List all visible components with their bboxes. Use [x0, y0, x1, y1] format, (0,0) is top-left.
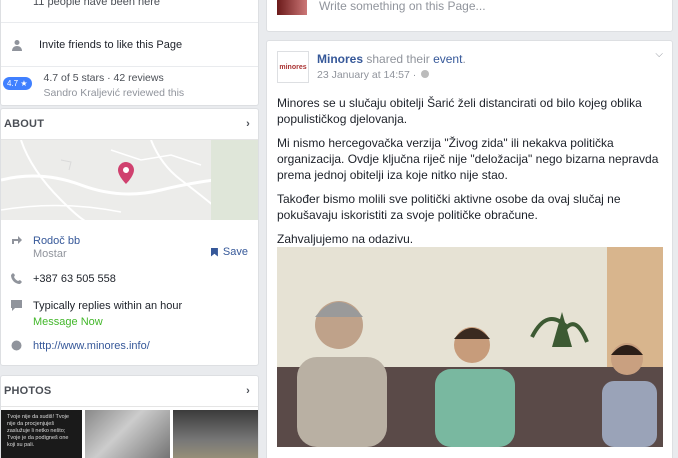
city-text: Mostar	[33, 248, 67, 260]
photo-thumb-quote[interactable]: Tvoje nije da sudiš! Tvoje nije da procj…	[1, 410, 82, 458]
photo-thumb-street[interactable]	[85, 410, 170, 458]
about-card: ABOUT › Rodoč bb Mostar Save +387 63 505…	[0, 108, 259, 366]
address-link[interactable]: Rodoč bb	[33, 235, 80, 247]
save-label: Save	[222, 246, 248, 258]
bookmark-icon	[210, 247, 218, 257]
globe-icon	[11, 340, 33, 354]
logo-text: minores	[279, 63, 307, 71]
photos-card: PHOTOS › Tvoje nije da sudiš! Tvoje nije…	[0, 375, 259, 458]
community-card: 11 people have been here Invite friends …	[0, 0, 259, 106]
page-logo: minores	[277, 51, 309, 83]
chevron-right-icon[interactable]: ›	[246, 118, 250, 130]
photos-header[interactable]: PHOTOS ›	[1, 376, 258, 407]
directions-icon	[11, 233, 33, 260]
website-link[interactable]: http://www.minores.info/	[33, 340, 150, 354]
post-event-link[interactable]: event	[433, 52, 462, 66]
phone-row: +387 63 505 558	[11, 273, 248, 287]
photos-title: PHOTOS	[4, 385, 52, 397]
about-header[interactable]: ABOUT ›	[1, 109, 258, 140]
phone-icon	[11, 273, 33, 287]
photo-thumb-person[interactable]	[173, 410, 258, 458]
chat-icon	[11, 300, 33, 328]
post-paragraph-4: Zahvaljujemo na odazivu.	[277, 232, 414, 246]
post-action-text: shared their	[366, 52, 430, 66]
post-header: Minores shared their event. 23 January a…	[317, 52, 466, 81]
location-pin-icon	[118, 162, 134, 184]
reviewer-text: Sandro Kraljević reviewed this	[43, 87, 185, 99]
post-card: minores Minores shared their event. 23 J…	[266, 40, 673, 458]
people-row: 11 people have been here	[1, 0, 258, 8]
post-paragraph-2: Mi nismo hercegovačka verzija "Živog zid…	[277, 136, 659, 182]
composer-card: Write something on this Page...	[266, 0, 673, 32]
rating-badge: 4.7 ★	[3, 77, 32, 90]
composer-avatar	[277, 0, 307, 15]
people-here-text: 11 people have been here	[33, 0, 161, 8]
message-now-link[interactable]: Message Now	[33, 316, 182, 328]
address-row: Rodoč bb Mostar Save	[11, 233, 248, 260]
save-button[interactable]: Save	[210, 246, 248, 258]
globe-icon	[421, 70, 430, 78]
chevron-down-icon[interactable]: ⌵	[655, 49, 663, 60]
rating-row[interactable]: 4.7 ★ 4.7 of 5 stars · 42 reviews Sandro…	[1, 66, 258, 106]
left-column: 11 people have been here Invite friends …	[0, 0, 259, 458]
post-paragraph-1: Minores se u slučaju obitelji Šarić želi…	[277, 96, 642, 126]
chevron-right-icon[interactable]: ›	[246, 385, 250, 397]
person-add-icon	[11, 39, 33, 51]
phone-text: +387 63 505 558	[33, 273, 116, 285]
composer-input[interactable]: Write something on this Page...	[319, 0, 486, 13]
post-author-link[interactable]: Minores	[317, 52, 363, 66]
invite-row[interactable]: Invite friends to like this Page	[1, 22, 258, 66]
post-body: Minores se u slučaju obitelji Šarić želi…	[277, 95, 663, 255]
post-timestamp[interactable]: 23 January at 14:57 ·	[317, 69, 416, 81]
website-row: http://www.minores.info/	[11, 340, 248, 354]
photo-grid: Tvoje nije da sudiš! Tvoje nije da procj…	[1, 407, 258, 458]
rating-text: 4.7 of 5 stars · 42 reviews	[43, 72, 164, 84]
reply-time-text: Typically replies within an hour	[33, 300, 183, 312]
invite-friends-link[interactable]: Invite friends to like this Page	[39, 39, 182, 51]
post-paragraph-3: Također bismo molili sve politički aktiv…	[277, 192, 621, 222]
message-row: Typically replies within an hour Message…	[11, 300, 248, 328]
about-title: ABOUT	[4, 118, 45, 130]
photo-quote-text: Tvoje nije da sudiš! Tvoje nije da procj…	[7, 414, 69, 448]
post-photo[interactable]	[277, 247, 663, 447]
map[interactable]	[1, 140, 258, 220]
